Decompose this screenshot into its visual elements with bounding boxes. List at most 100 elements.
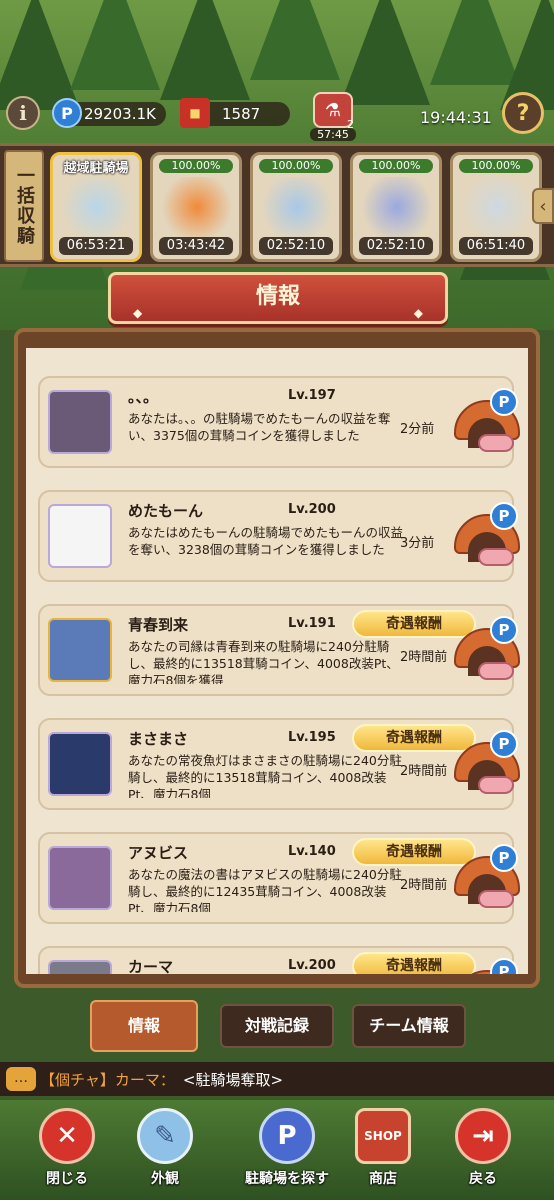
slot-vehicle-art [361, 177, 433, 237]
appearance-button[interactable]: ✎ 外観 [120, 1108, 210, 1198]
brush-icon: ✎ [137, 1108, 193, 1164]
player-name: 。、。 [128, 388, 159, 406]
player-level: Lv.191 [288, 616, 336, 631]
avatar[interactable] [48, 960, 112, 974]
entry-time-ago: 2時間前 [400, 878, 448, 893]
tab-bar: 情報 対戦記録 チーム情報 [0, 1000, 554, 1056]
info-entry-card[interactable]: めたもーん Lv.200 あなたはめたもーんの駐騎場でめたもーんの収益を奪い、323… [38, 490, 520, 582]
player-name: アヌビス [128, 844, 189, 862]
tab-battle-record[interactable]: 対戦記録 [220, 1004, 334, 1048]
parking-garage-icon[interactable]: P [454, 730, 526, 800]
collect-all-button[interactable]: 一括収騎 [4, 150, 44, 262]
clock: 19:44:31 [420, 108, 492, 127]
entry-time-ago: 2分前 [400, 422, 435, 437]
player-level: Lv.197 [288, 388, 336, 403]
player-level: Lv.200 [288, 502, 336, 517]
entry-time-ago: 3分前 [400, 536, 435, 551]
avatar[interactable] [48, 504, 112, 568]
parking-slot[interactable]: 越域駐騎場 06:53:21 [50, 152, 142, 262]
slot-vehicle-art [261, 177, 333, 237]
chat-bubble-icon: … [6, 1067, 36, 1091]
entry-time-ago: 2時間前 [400, 764, 448, 779]
player-level: Lv.195 [288, 730, 336, 745]
entry-time-ago: 2時間前 [400, 650, 448, 665]
avatar[interactable] [48, 390, 112, 454]
help-book-icon[interactable]: ? [502, 92, 544, 134]
info-entry-card[interactable]: カーマ Lv.200 奇遇報酬 P [38, 946, 520, 974]
info-entry-card[interactable]: まさまさ Lv.195 奇遇報酬 あなたの常夜魚灯はまさまさの駐騎場に240分駐騎し、… [38, 718, 520, 810]
entry-message: あなたはめたもーんの駐騎場でめたもーんの収益を奪い、3238個の茸騎コインを獲得… [128, 525, 404, 557]
slot-timer: 02:52:10 [359, 237, 433, 255]
slot-progress: 100.00% [359, 159, 433, 173]
entry-message: あなたは。、。の駐騎場でめたもーんの収益を奪い、3375個の茸騎コインを獲得しま… [128, 411, 391, 443]
info-entry-card[interactable]: 青春到来 Lv.191 奇遇報酬 あなたの司縁は青春到来の駐騎場に240分駐騎し、最終… [38, 604, 520, 696]
parking-strip: 一括収騎 越域駐騎場 06:53:21 100.00% 03:43:42 100.00%… [0, 143, 554, 267]
ticket-counter: ■ 1587 [180, 98, 290, 128]
nav-label: 駐騎場を探す [245, 1171, 329, 1187]
bottom-nav: ✕ 閉じる ✎ 外観 P 駐騎場を探す SHOP 商店 ⇥ 戻る [0, 1100, 554, 1200]
diamond-icon: ◆ [133, 306, 143, 320]
alarm-timer: 57:45 [310, 128, 356, 141]
parking-search-icon: P [259, 1108, 315, 1164]
player-name: まさまさ [128, 730, 189, 748]
close-icon: ✕ [39, 1108, 95, 1164]
parking-slot[interactable]: 100.00% 02:52:10 [350, 152, 442, 262]
shop-button[interactable]: SHOP 商店 [338, 1108, 428, 1198]
player-name: カーマ [128, 958, 174, 974]
p-coin-icon: P [52, 98, 82, 128]
coin-value: 29203.1K [84, 105, 156, 123]
avatar[interactable] [48, 732, 112, 796]
parking-garage-icon[interactable]: P [454, 616, 526, 686]
info-entry-card[interactable]: アヌビス Lv.140 奇遇報酬 あなたの魔法の書はアヌビスの駐騎場に240分駐騎し、… [38, 832, 520, 924]
slot-progress: 100.00% [159, 159, 233, 173]
player-level: Lv.200 [288, 958, 336, 973]
entry-message: あなたの常夜魚灯はまさまさの駐騎場に240分駐騎し、最終的に13518茸騎コイン… [128, 753, 402, 798]
find-parking-button[interactable]: P 駐騎場を探す [232, 1108, 342, 1198]
shop-icon: SHOP [355, 1108, 411, 1164]
entry-message: あなたの魔法の書はアヌビスの駐騎場に240分駐騎し、最終的に12435茸騎コイン… [128, 867, 402, 912]
panel-title: 情報 [255, 284, 300, 309]
slot-timer: 02:52:10 [259, 237, 333, 255]
diamond-icon: ◆ [413, 306, 423, 320]
parking-slot[interactable]: 100.00% 06:51:40 [450, 152, 542, 262]
ticket-book-icon: ■ [180, 98, 210, 128]
nav-label: 商店 [369, 1171, 397, 1187]
parking-garage-icon[interactable]: P [454, 958, 526, 974]
player-name: 青春到来 [128, 616, 189, 634]
info-entry-card[interactable]: 。、。 Lv.197 あなたは。、。の駐騎場でめたもーんの収益を奪い、3375個の茸… [38, 376, 520, 468]
avatar[interactable] [48, 618, 112, 682]
parking-slot[interactable]: 100.00% 03:43:42 [150, 152, 242, 262]
chat-text: <駐騎場奪取> [182, 1070, 284, 1089]
coin-counter: P 29203.1K [52, 98, 166, 128]
slot-timer: 03:43:42 [159, 237, 233, 255]
chat-channel: 【個チャ】 [40, 1070, 115, 1089]
chat-line[interactable]: … 【個チャ】 カーマ： <駐騎場奪取> [0, 1062, 554, 1096]
nav-label: 閉じる [46, 1171, 88, 1187]
player-name: めたもーん [128, 502, 204, 520]
slot-title: 越域駐騎場 [63, 161, 129, 176]
slot-vehicle-art [161, 177, 233, 237]
tab-team-info[interactable]: チーム情報 [352, 1004, 466, 1048]
entry-message: あなたの司縁は青春到来の駐騎場に240分駐騎し、最終的に13518茸騎コイン、4… [128, 639, 399, 684]
alarm-button[interactable]: ⚗ 2 57:45 [310, 92, 356, 141]
chat-sender: カーマ： [114, 1070, 175, 1089]
parking-slot[interactable]: 100.00% 02:52:10 [250, 152, 342, 262]
status-bar: i P 29203.1K ■ 1587 ⚗ 2 57:45 19:44:31 ? [0, 92, 554, 141]
close-button[interactable]: ✕ 閉じる [22, 1108, 112, 1198]
ticket-value: 1587 [222, 105, 261, 123]
return-button[interactable]: ⇥ 戻る [438, 1108, 528, 1198]
tab-info[interactable]: 情報 [90, 1000, 198, 1052]
parking-garage-icon[interactable]: P [454, 388, 526, 458]
parking-garage-icon[interactable]: P [454, 844, 526, 914]
player-level: Lv.140 [288, 844, 336, 859]
parking-garage-icon[interactable]: P [454, 502, 526, 572]
nav-label: 戻る [469, 1171, 497, 1187]
slot-progress: 100.00% [259, 159, 333, 173]
slot-vehicle-art [61, 177, 133, 237]
chevron-left-icon[interactable]: ‹ [532, 188, 554, 224]
nav-label: 外観 [151, 1171, 179, 1187]
slot-vehicle-art [461, 177, 533, 237]
return-icon: ⇥ [455, 1108, 511, 1164]
info-icon[interactable]: i [6, 96, 40, 130]
avatar[interactable] [48, 846, 112, 910]
